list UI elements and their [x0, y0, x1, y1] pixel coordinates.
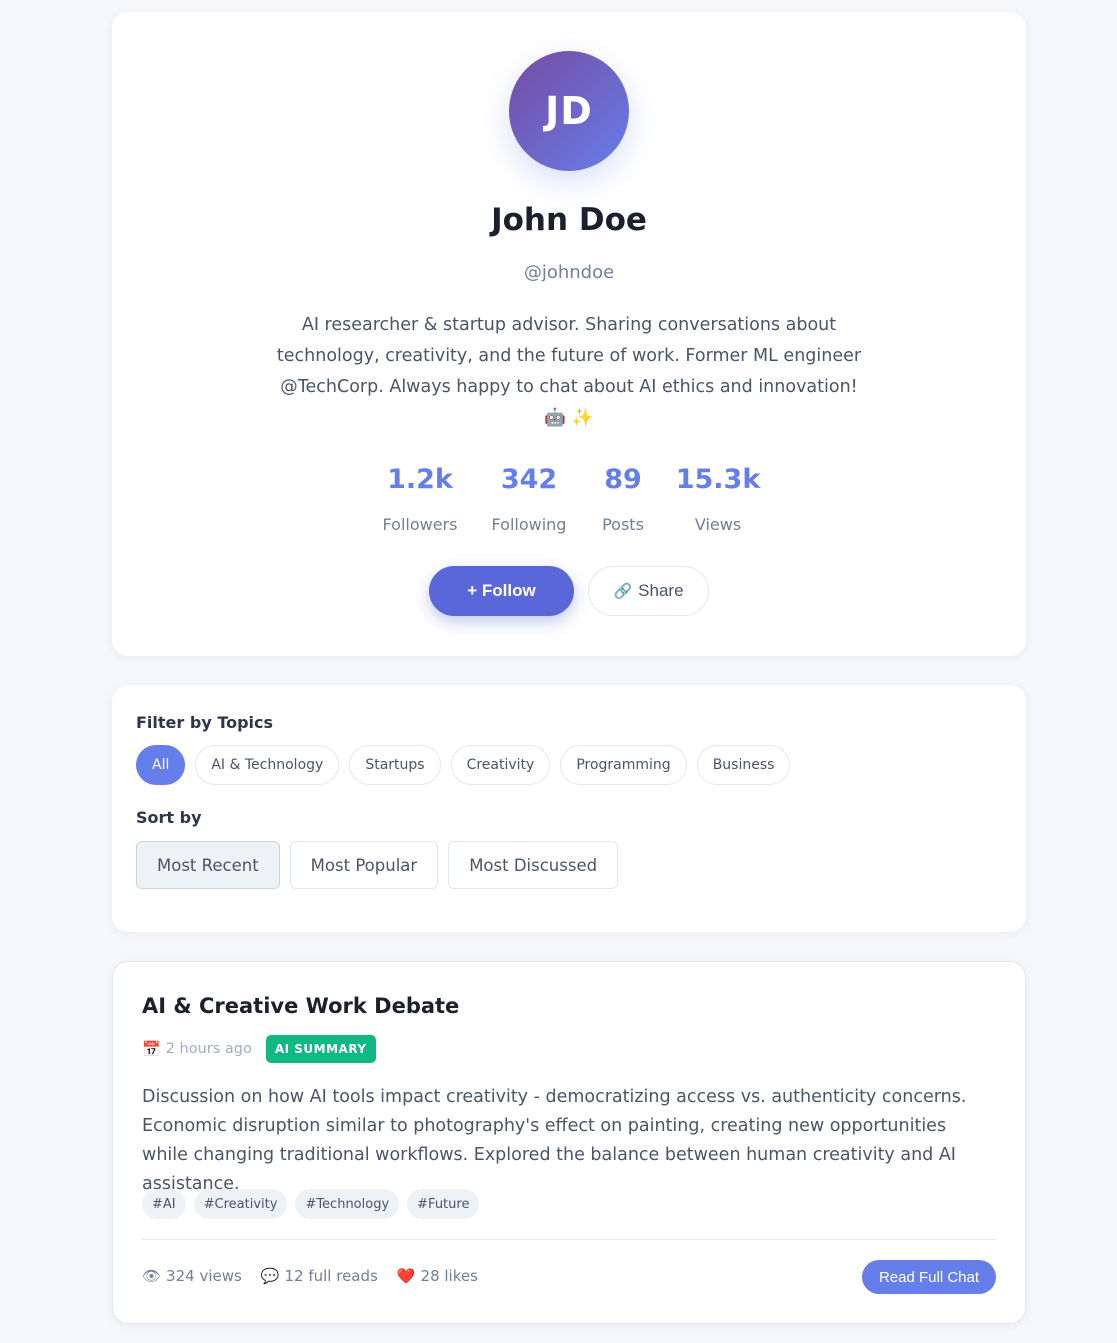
- stat-views[interactable]: 15.3k Views: [663, 464, 773, 534]
- share-button[interactable]: 🔗 Share: [588, 566, 709, 616]
- profile-bio: AI researcher & startup advisor. Sharing…: [276, 315, 862, 428]
- topic-chip-all[interactable]: All: [136, 745, 186, 785]
- post-date: 📅 2 hours ago: [142, 1040, 252, 1058]
- tag-ai[interactable]: #AI: [142, 1189, 186, 1219]
- share-button-label: Share: [638, 581, 684, 600]
- post-reads-text: 12 full reads: [284, 1267, 378, 1285]
- stat-label: Posts: [602, 515, 644, 534]
- sort-most-recent[interactable]: Most Recent: [136, 841, 280, 889]
- post-card[interactable]: AI & Creative Work Debate 📅 2 hours ago …: [112, 961, 1026, 1324]
- post-tags: #AI #Creativity #Technology #Future: [142, 1189, 480, 1219]
- sort-label: Sort by: [136, 808, 202, 827]
- stat-following[interactable]: 342 Following: [475, 464, 583, 534]
- stat-followers[interactable]: 1.2k Followers: [365, 464, 475, 534]
- speech-bubble-icon: 💬: [260, 1267, 280, 1285]
- topic-chip-creativity[interactable]: Creativity: [450, 745, 551, 785]
- tag-creativity[interactable]: #Creativity: [193, 1189, 288, 1219]
- tag-future[interactable]: #Future: [407, 1189, 480, 1219]
- stat-posts[interactable]: 89 Posts: [583, 464, 663, 534]
- post-body: Discussion on how AI tools impact creati…: [142, 1087, 967, 1194]
- topic-chip-startups[interactable]: Startups: [349, 745, 441, 785]
- post-likes[interactable]: ❤️ 28 likes: [397, 1267, 478, 1285]
- topic-chip-ai-technology[interactable]: AI & Technology: [195, 745, 340, 785]
- sort-options: Most Recent Most Popular Most Discussed: [136, 841, 619, 889]
- profile-card: JD John Doe @johndoe AI researcher & sta…: [112, 12, 1026, 656]
- profile-name: John Doe: [491, 202, 647, 238]
- stat-label: Views: [694, 515, 742, 534]
- post-meta: 📅 2 hours ago AI SUMMARY: [142, 1035, 376, 1063]
- link-icon: 🔗: [613, 583, 633, 600]
- follow-button[interactable]: + Follow: [429, 566, 574, 616]
- profile-stats: 1.2k Followers 342 Following 89 Posts 15…: [112, 464, 1026, 534]
- heart-icon: ❤️: [396, 1267, 416, 1285]
- post-views: 👁 324 views: [142, 1267, 242, 1285]
- topic-chip-programming[interactable]: Programming: [560, 745, 687, 785]
- post-date-text: 2 hours ago: [165, 1041, 252, 1057]
- calendar-icon: 📅: [142, 1040, 161, 1058]
- stat-label: Following: [491, 515, 567, 534]
- post-likes-text: 28 likes: [420, 1267, 478, 1285]
- tag-technology[interactable]: #Technology: [295, 1189, 400, 1219]
- eye-icon: 👁: [142, 1267, 162, 1285]
- topics-label: Filter by Topics: [136, 713, 274, 732]
- sort-most-discussed[interactable]: Most Discussed: [448, 841, 619, 889]
- topic-chips: All AI & Technology Startups Creativity …: [136, 745, 791, 785]
- ai-summary-badge: AI SUMMARY: [265, 1035, 376, 1063]
- profile-handle: @johndoe: [523, 262, 615, 283]
- avatar: JD: [509, 51, 629, 171]
- stat-label: Followers: [382, 515, 458, 534]
- stat-value: 15.3k: [675, 464, 761, 495]
- filters-card: Filter by Topics All AI & Technology Sta…: [112, 685, 1026, 932]
- stat-value: 89: [604, 464, 642, 495]
- post-views-text: 324 views: [166, 1267, 242, 1285]
- stat-value: 342: [500, 464, 558, 495]
- post-reads: 💬 12 full reads: [261, 1267, 378, 1285]
- divider: [142, 1239, 996, 1240]
- read-full-chat-button[interactable]: Read Full Chat: [862, 1260, 996, 1294]
- sort-most-popular[interactable]: Most Popular: [289, 841, 439, 889]
- post-title[interactable]: AI & Creative Work Debate: [142, 994, 459, 1018]
- topic-chip-business[interactable]: Business: [696, 745, 791, 785]
- post-stats: 👁 324 views 💬 12 full reads ❤️ 28 likes: [142, 1267, 478, 1285]
- stat-value: 1.2k: [387, 464, 453, 495]
